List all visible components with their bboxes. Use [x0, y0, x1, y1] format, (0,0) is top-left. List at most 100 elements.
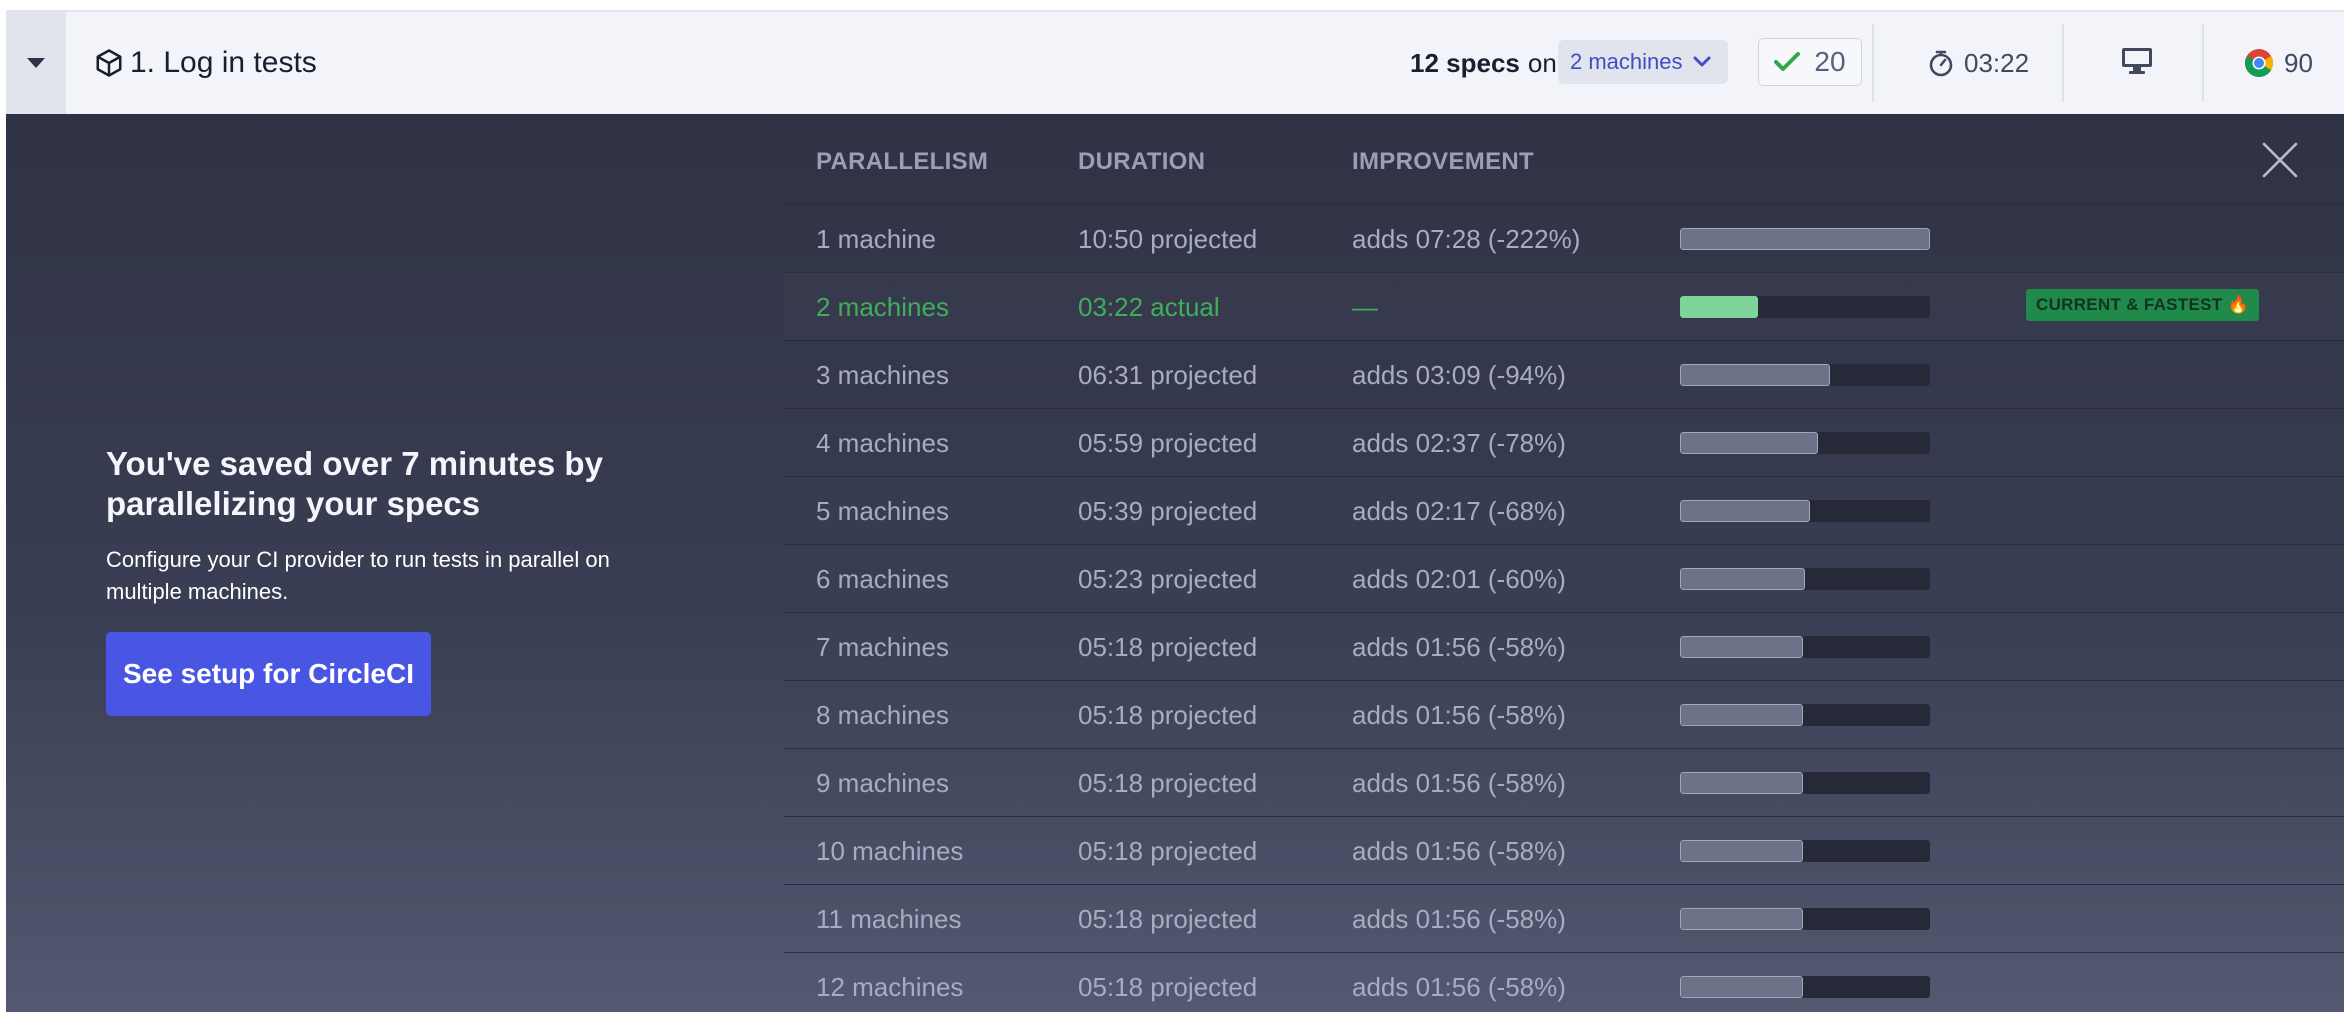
duration-bar-track	[1680, 568, 1930, 590]
duration-cell: 05:18 projected	[1078, 903, 1258, 934]
passed-count: 20	[1814, 46, 1846, 77]
duration-bar-fill	[1680, 296, 1758, 318]
duration-bar-fill	[1680, 908, 1803, 930]
duration-bar-track	[1680, 704, 1930, 726]
duration-bar-track	[1680, 636, 1930, 658]
improvement-cell: adds 01:56 (-58%)	[1352, 767, 1566, 798]
caret-down-icon	[27, 58, 45, 68]
setup-circleci-button[interactable]: See setup for CircleCI	[106, 632, 431, 716]
duration-cell: 05:18 projected	[1078, 631, 1258, 662]
duration-bar-track	[1680, 976, 1930, 998]
parallelism-cell: 8 machines	[816, 699, 949, 730]
table-row: 9 machines 05:18 projected adds 01:56 (-58…	[784, 748, 2344, 816]
divider	[2202, 24, 2204, 102]
duration-bar-fill	[1680, 976, 1803, 998]
duration-bar-fill	[1680, 704, 1803, 726]
improvement-cell: adds 01:56 (-58%)	[1352, 699, 1566, 730]
parallelism-cell: 11 machines	[816, 903, 962, 934]
duration-wrap: 03:22	[1928, 12, 2029, 114]
column-header-duration: DURATION	[1078, 148, 1206, 175]
duration-bar-fill	[1680, 228, 1930, 250]
improvement-cell: adds 02:17 (-68%)	[1352, 495, 1566, 526]
passed-count-badge: 20	[1758, 38, 1862, 86]
specs-on-label: on	[1527, 47, 1557, 78]
machines-dropdown-button[interactable]: 2 machines	[1558, 40, 1728, 84]
duration-bar-fill	[1680, 772, 1803, 794]
spec-group-header: 1. Log in tests 12 specs on 2 machines 2…	[6, 10, 2344, 114]
duration-bar-track	[1680, 500, 1930, 522]
table-row: 8 machines 05:18 projected adds 01:56 (-58…	[784, 680, 2344, 748]
duration-bar-fill	[1680, 636, 1803, 658]
improvement-cell: adds 03:09 (-94%)	[1352, 359, 1566, 390]
duration-bar-track	[1680, 772, 1930, 794]
duration-bar-fill	[1680, 432, 1818, 454]
duration-bar-fill	[1680, 840, 1803, 862]
divider	[1872, 24, 1874, 102]
duration-bar-fill	[1680, 568, 1805, 590]
browser-version: 90	[2284, 47, 2313, 78]
improvement-cell: adds 01:56 (-58%)	[1352, 903, 1566, 934]
duration-cell: 05:18 projected	[1078, 971, 1258, 1002]
specs-count: 12 specs	[1410, 47, 1520, 78]
duration-cell: 10:50 projected	[1078, 223, 1258, 254]
parallelism-cell: 10 machines	[816, 835, 964, 866]
duration-cell: 05:18 projected	[1078, 699, 1258, 730]
improvement-cell: adds 01:56 (-58%)	[1352, 835, 1566, 866]
parallelism-cell: 4 machines	[816, 427, 949, 458]
parallelism-cell: 9 machines	[816, 767, 949, 798]
run-duration: 03:22	[1964, 47, 2030, 78]
duration-bar-track	[1680, 908, 1930, 930]
duration-bar-track	[1680, 228, 1930, 250]
parallelism-cell: 6 machines	[816, 563, 949, 594]
table-row: 3 machines 06:31 projected adds 03:09 (-94…	[784, 340, 2344, 408]
stopwatch-icon	[1929, 50, 1953, 77]
table-row: 2 machines 03:22 actual — CURRENT & FASTEST…	[784, 272, 2344, 340]
duration-bar-fill	[1680, 364, 1830, 386]
promo-section: You've saved over 7 minutes by paralleli…	[106, 444, 666, 716]
table-row: 5 machines 05:39 projected adds 02:17 (-68…	[784, 476, 2344, 544]
table-row: 7 machines 05:18 projected adds 01:56 (-58…	[784, 612, 2344, 680]
chevron-down-icon	[1693, 56, 1711, 67]
machines-label: 2 machines	[1570, 49, 1683, 74]
parallelism-cell: 5 machines	[816, 495, 949, 526]
improvement-cell: adds 02:37 (-78%)	[1352, 427, 1566, 458]
improvement-cell: adds 02:01 (-60%)	[1352, 563, 1566, 594]
duration-cell: 06:31 projected	[1078, 359, 1258, 390]
promo-heading: You've saved over 7 minutes by paralleli…	[106, 445, 603, 522]
spec-group-title-wrap: 1. Log in tests	[94, 12, 317, 114]
improvement-cell: —	[1352, 291, 1378, 322]
duration-bar-fill	[1680, 500, 1810, 522]
improvement-cell: adds 01:56 (-58%)	[1352, 631, 1566, 662]
duration-cell: 05:23 projected	[1078, 563, 1258, 594]
duration-bar-track	[1680, 296, 1930, 318]
check-icon	[1774, 52, 1801, 71]
chrome-icon	[2245, 49, 2273, 77]
browser-info: 90	[2244, 12, 2313, 114]
monitor-icon	[2120, 46, 2154, 81]
column-header-improvement: IMPROVEMENT	[1352, 148, 1534, 175]
parallelism-cell: 3 machines	[816, 359, 949, 390]
improvement-cell: adds 01:56 (-58%)	[1352, 971, 1566, 1002]
parallelization-panel: You've saved over 7 minutes by paralleli…	[6, 114, 2344, 1012]
duration-bar-track	[1680, 840, 1930, 862]
parallelism-table: PARALLELISM DURATION IMPROVEMENT 1 machi…	[784, 114, 2344, 1012]
collapse-toggle-button[interactable]	[6, 12, 66, 114]
table-row: 11 machines 05:18 projected adds 01:56 (-5…	[784, 884, 2344, 952]
duration-bar-track	[1680, 364, 1930, 386]
duration-cell: 05:18 projected	[1078, 835, 1258, 866]
spec-group-title: 1. Log in tests	[130, 46, 317, 79]
duration-cell: 05:59 projected	[1078, 427, 1258, 458]
duration-cell: 05:39 projected	[1078, 495, 1258, 526]
parallelism-cell: 2 machines	[816, 291, 949, 322]
duration-cell: 03:22 actual	[1078, 291, 1220, 322]
close-icon[interactable]	[2258, 138, 2302, 182]
table-row: 12 machines 05:18 projected adds 01:56 (-5…	[784, 952, 2344, 1012]
table-header: PARALLELISM DURATION IMPROVEMENT	[784, 114, 2344, 204]
column-header-parallelism: PARALLELISM	[816, 148, 989, 175]
table-row: 6 machines 05:23 projected adds 02:01 (-60…	[784, 544, 2344, 612]
parallelism-cell: 1 machine	[816, 223, 936, 254]
divider	[2062, 24, 2064, 102]
improvement-cell: adds 07:28 (-222%)	[1352, 223, 1581, 254]
current-fastest-badge: CURRENT & FASTEST 🔥	[2026, 289, 2259, 321]
duration-cell: 05:18 projected	[1078, 767, 1258, 798]
